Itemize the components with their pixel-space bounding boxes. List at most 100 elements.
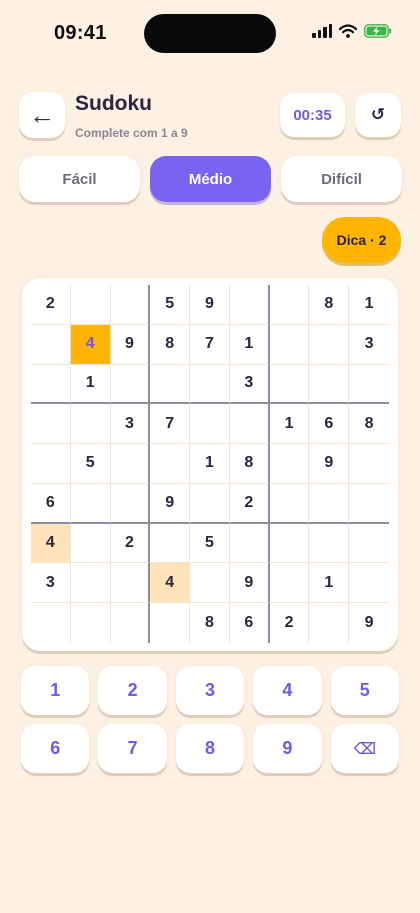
sudoku-cell-r9c3[interactable] bbox=[111, 603, 151, 643]
sudoku-cell-r3c4[interactable] bbox=[150, 364, 191, 405]
sudoku-cell-r7c2[interactable] bbox=[70, 523, 111, 564]
back-button[interactable]: ← bbox=[19, 92, 65, 138]
sudoku-cell-r2c6[interactable]: 1 bbox=[229, 324, 270, 365]
sudoku-cell-r7c6[interactable] bbox=[229, 523, 270, 564]
number-key-9[interactable]: 9 bbox=[253, 724, 322, 773]
sudoku-cell-r6c6[interactable]: 2 bbox=[229, 483, 270, 524]
timer-display: 00:35 bbox=[280, 93, 345, 137]
sudoku-cell-r5c7[interactable] bbox=[269, 444, 310, 484]
sudoku-cell-r2c2[interactable]: 4 bbox=[70, 324, 111, 365]
number-key-2[interactable]: 2 bbox=[98, 666, 167, 715]
sudoku-cell-r7c5[interactable]: 5 bbox=[190, 523, 230, 564]
sudoku-cell-r5c5[interactable]: 1 bbox=[190, 444, 230, 484]
sudoku-cell-r7c9[interactable] bbox=[349, 524, 389, 564]
sudoku-cell-r2c9[interactable]: 3 bbox=[349, 325, 389, 365]
dynamic-island bbox=[144, 14, 276, 53]
sudoku-cell-r1c5[interactable]: 9 bbox=[190, 285, 230, 325]
sudoku-cell-r9c1[interactable] bbox=[31, 603, 71, 643]
sudoku-cell-r3c1[interactable] bbox=[31, 364, 71, 405]
number-key-5[interactable]: 5 bbox=[330, 666, 399, 715]
sudoku-cell-r5c2[interactable]: 5 bbox=[70, 444, 111, 484]
back-arrow-icon: ← bbox=[29, 99, 55, 130]
sudoku-cell-r9c8[interactable] bbox=[309, 603, 350, 643]
number-key-4[interactable]: 4 bbox=[253, 666, 322, 715]
sudoku-cell-r4c3[interactable]: 3 bbox=[110, 404, 151, 445]
sudoku-cell-r6c5[interactable] bbox=[190, 483, 230, 524]
sudoku-cell-r9c2[interactable] bbox=[71, 603, 111, 643]
difficulty-medium-button[interactable]: Médio bbox=[150, 156, 271, 202]
number-key-7[interactable]: 7 bbox=[98, 724, 167, 773]
sudoku-cell-r7c4[interactable] bbox=[150, 523, 191, 564]
sudoku-cell-r7c1[interactable]: 4 bbox=[31, 523, 71, 564]
sudoku-cell-r4c1[interactable] bbox=[31, 404, 71, 445]
sudoku-cell-r4c8[interactable]: 6 bbox=[309, 404, 350, 445]
sudoku-cell-r5c6[interactable]: 8 bbox=[229, 444, 270, 484]
hint-button[interactable]: Dica · 2 bbox=[322, 217, 401, 263]
sudoku-cell-r8c5[interactable] bbox=[190, 563, 230, 604]
sudoku-cell-r9c5[interactable]: 8 bbox=[190, 603, 230, 643]
number-key-3[interactable]: 3 bbox=[175, 666, 245, 715]
sudoku-cell-r6c1[interactable]: 6 bbox=[31, 483, 71, 524]
sudoku-cell-r4c6[interactable] bbox=[229, 404, 270, 445]
sudoku-cell-r6c3[interactable] bbox=[110, 483, 151, 524]
sudoku-cell-r6c8[interactable] bbox=[309, 483, 350, 524]
sudoku-cell-r2c1[interactable] bbox=[31, 324, 71, 365]
sudoku-cell-r6c9[interactable] bbox=[349, 484, 389, 524]
sudoku-cell-r2c7[interactable] bbox=[269, 324, 310, 365]
sudoku-cell-r4c2[interactable] bbox=[70, 404, 111, 445]
sudoku-cell-r4c9[interactable]: 8 bbox=[349, 404, 389, 445]
sudoku-cell-r1c9[interactable]: 1 bbox=[349, 285, 389, 325]
sudoku-cell-r8c8[interactable]: 1 bbox=[309, 563, 350, 604]
sudoku-cell-r9c9[interactable]: 9 bbox=[349, 603, 389, 643]
sudoku-cell-r4c4[interactable]: 7 bbox=[150, 404, 191, 445]
sudoku-cell-r5c9[interactable] bbox=[349, 444, 389, 484]
sudoku-cell-r7c3[interactable]: 2 bbox=[110, 523, 151, 564]
sudoku-cell-r1c3[interactable] bbox=[110, 285, 151, 325]
sudoku-cell-r9c6[interactable]: 6 bbox=[230, 603, 270, 643]
sudoku-cell-r6c4[interactable]: 9 bbox=[150, 483, 191, 524]
sudoku-cell-r5c4[interactable] bbox=[150, 444, 191, 484]
difficulty-hard-button[interactable]: Difícil bbox=[281, 156, 402, 202]
sudoku-cell-r3c5[interactable] bbox=[190, 364, 230, 405]
sudoku-cell-r3c2[interactable]: 1 bbox=[70, 364, 111, 405]
sudoku-cell-r7c7[interactable] bbox=[269, 523, 310, 564]
sudoku-cell-r3c6[interactable]: 3 bbox=[229, 364, 270, 405]
sudoku-cell-r3c9[interactable] bbox=[349, 365, 389, 405]
sudoku-cell-r9c4[interactable] bbox=[150, 603, 191, 643]
sudoku-cell-r9c7[interactable]: 2 bbox=[270, 603, 310, 643]
sudoku-cell-r5c8[interactable]: 9 bbox=[309, 444, 350, 484]
sudoku-cell-r1c1[interactable]: 2 bbox=[31, 285, 71, 325]
sudoku-cell-r4c5[interactable] bbox=[190, 404, 230, 445]
sudoku-cell-r5c3[interactable] bbox=[110, 444, 151, 484]
sudoku-cell-r4c7[interactable]: 1 bbox=[269, 404, 310, 445]
sudoku-cell-r2c5[interactable]: 7 bbox=[190, 324, 230, 365]
sudoku-cell-r6c7[interactable] bbox=[269, 483, 310, 524]
sudoku-cell-r2c4[interactable]: 8 bbox=[150, 324, 191, 365]
sudoku-cell-r1c6[interactable] bbox=[229, 285, 270, 325]
number-key-1[interactable]: 1 bbox=[21, 666, 90, 715]
sudoku-cell-r2c3[interactable]: 9 bbox=[110, 324, 151, 365]
sudoku-cell-r8c7[interactable] bbox=[269, 563, 310, 604]
sudoku-cell-r1c7[interactable] bbox=[269, 285, 310, 325]
sudoku-cell-r1c2[interactable] bbox=[70, 285, 111, 325]
sudoku-cell-r3c8[interactable] bbox=[309, 364, 350, 405]
sudoku-cell-r2c8[interactable] bbox=[309, 324, 350, 365]
sudoku-cell-r7c8[interactable] bbox=[309, 523, 350, 564]
sudoku-cell-r3c3[interactable] bbox=[110, 364, 151, 405]
sudoku-cell-r8c6[interactable]: 9 bbox=[229, 563, 270, 604]
sudoku-cell-r8c4[interactable]: 4 bbox=[150, 563, 191, 604]
sudoku-cell-r6c2[interactable] bbox=[70, 483, 111, 524]
sudoku-cell-r8c3[interactable] bbox=[110, 563, 151, 604]
sudoku-cell-r8c9[interactable] bbox=[349, 563, 389, 604]
sudoku-cell-r8c2[interactable] bbox=[70, 563, 111, 604]
sudoku-cell-r1c4[interactable]: 5 bbox=[150, 285, 191, 325]
sudoku-cell-r3c7[interactable] bbox=[269, 364, 310, 405]
reset-button[interactable]: ↺ bbox=[355, 93, 401, 137]
number-key-8[interactable]: 8 bbox=[175, 724, 245, 773]
difficulty-easy-button[interactable]: Fácil bbox=[19, 156, 140, 202]
sudoku-cell-r1c8[interactable]: 8 bbox=[309, 285, 350, 325]
number-key-6[interactable]: 6 bbox=[21, 724, 90, 773]
sudoku-cell-r5c1[interactable] bbox=[31, 444, 71, 484]
sudoku-cell-r8c1[interactable]: 3 bbox=[31, 563, 71, 604]
delete-key[interactable]: ⌫ bbox=[330, 724, 399, 773]
